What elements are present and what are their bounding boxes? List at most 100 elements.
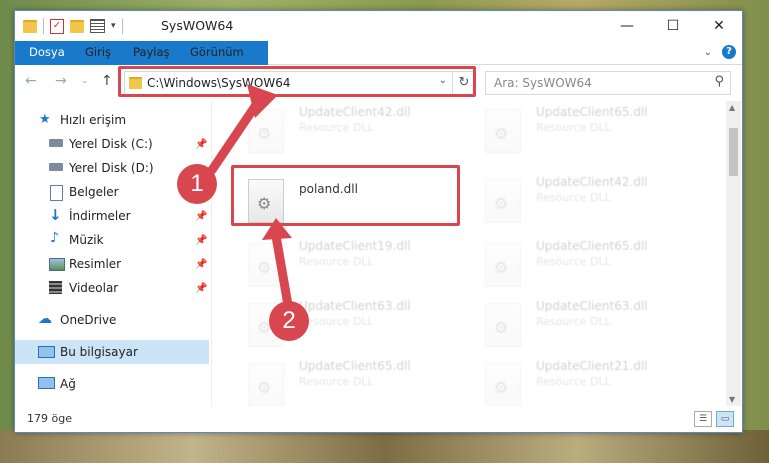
file-item[interactable]: UpdateClient65.dll Resource DLL (475, 101, 700, 153)
drive-icon (49, 139, 63, 147)
dll-file-icon (485, 363, 521, 406)
close-button[interactable]: ✕ (696, 11, 742, 41)
dll-file-icon (248, 109, 284, 153)
sidebar-item-disk-c[interactable]: Yerel Disk (C:) 📌 (15, 132, 209, 156)
file-name: UpdateClient42.dll (299, 105, 411, 119)
sidebar-item-label: Yerel Disk (C:) (69, 137, 153, 151)
file-type: Resource DLL (299, 375, 374, 388)
file-item[interactable]: UpdateClient21.dll Resource DLL (475, 353, 700, 406)
file-name: UpdateClient65.dll (536, 105, 648, 119)
cloud-icon: ☁ (38, 311, 52, 327)
file-name: UpdateClient65.dll (536, 239, 648, 253)
up-arrow-icon[interactable]: ↑ (101, 73, 113, 89)
scroll-thumb[interactable] (729, 128, 738, 176)
sidebar-item-network[interactable]: Ağ (15, 372, 209, 396)
tab-view[interactable]: Görünüm (180, 41, 254, 64)
dll-file-icon (485, 179, 521, 223)
search-placeholder: Ara: SysWOW64 (494, 76, 592, 90)
desktop-background (0, 430, 769, 463)
details-view-icon[interactable]: ☰ (694, 411, 712, 427)
sidebar-item-label: Bu bilgisayar (60, 345, 138, 359)
folder-icon[interactable] (23, 19, 37, 33)
pin-icon: 📌 (195, 282, 208, 294)
sidebar-item-label: OneDrive (60, 313, 117, 327)
sidebar-item-onedrive[interactable]: ☁ OneDrive (15, 308, 209, 332)
sidebar-item-label: Belgeler (69, 185, 119, 199)
file-type: Resource DLL (536, 191, 611, 204)
vertical-scrollbar[interactable]: ▲ ▼ (726, 101, 741, 406)
sidebar-item-music[interactable]: ♪ Müzik 📌 (15, 228, 209, 252)
quick-access-toolbar: ✓ ▾ (23, 18, 123, 34)
scroll-up-icon[interactable]: ▲ (729, 103, 735, 112)
file-item[interactable]: UpdateClient63.dll Resource DLL (475, 293, 700, 347)
file-type: Resource DLL (536, 121, 611, 134)
download-icon: ↓ (49, 206, 62, 224)
file-item[interactable]: UpdateClient65.dll Resource DLL (475, 233, 700, 287)
sidebar-item-label: Resimler (69, 257, 122, 271)
file-item[interactable]: UpdateClient19.dll Resource DLL (238, 233, 463, 287)
maximize-button[interactable]: ☐ (650, 11, 696, 41)
pin-icon: 📌 (195, 234, 208, 246)
pin-icon: 📌 (195, 210, 208, 222)
pictures-icon (49, 258, 65, 271)
window-title: SysWOW64 (161, 18, 234, 33)
dll-file-icon (248, 243, 284, 287)
file-name: UpdateClient42.dll (536, 175, 648, 189)
file-name: UpdateClient21.dll (536, 359, 648, 373)
large-icons-view-icon[interactable]: ▭ (716, 411, 734, 427)
file-highlight (231, 165, 460, 226)
tab-home[interactable]: Giriş (75, 41, 121, 64)
network-icon (38, 377, 55, 389)
sidebar-item-videos[interactable]: Videolar 📌 (15, 276, 209, 300)
computer-icon (38, 346, 55, 358)
file-type: Resource DLL (299, 121, 374, 134)
properties-icon[interactable] (90, 19, 105, 33)
dll-file-icon (485, 109, 521, 153)
back-arrow-icon[interactable]: ← (25, 73, 37, 89)
pane-divider[interactable] (211, 101, 212, 406)
file-name: UpdateClient63.dll (536, 299, 648, 313)
dll-file-icon (485, 303, 521, 347)
file-item[interactable]: UpdateClient42.dll Resource DLL (475, 169, 700, 223)
status-bar: 179 öge ☰ ▭ (15, 407, 742, 432)
file-type: Resource DLL (299, 315, 374, 328)
title-bar: ✓ ▾ SysWOW64 — ☐ ✕ (15, 11, 742, 41)
file-name: UpdateClient19.dll (299, 239, 411, 253)
file-type: Resource DLL (536, 255, 611, 268)
sidebar-item-label: Ağ (60, 377, 76, 391)
ribbon: Dosya Giriş Paylaş Görünüm ⌄ ? (15, 41, 742, 93)
sidebar-item-downloads[interactable]: ↓ İndirmeler 📌 (15, 204, 209, 228)
properties-check-icon[interactable]: ✓ (50, 18, 64, 34)
sidebar-item-label: İndirmeler (69, 209, 131, 223)
address-bar-highlight (118, 66, 476, 97)
pin-icon: 📌 (195, 258, 208, 270)
dll-file-icon (485, 243, 521, 287)
video-icon (49, 281, 62, 294)
file-name: UpdateClient65.dll (299, 359, 411, 373)
new-folder-icon[interactable] (70, 19, 84, 33)
sidebar-item-this-pc[interactable]: Bu bilgisayar (15, 340, 209, 364)
customize-dropdown-icon[interactable]: ▾ (111, 21, 116, 31)
sidebar-item-quick-access[interactable]: ★ Hızlı erişim (15, 108, 209, 132)
file-item[interactable]: UpdateClient42.dll Resource DLL (238, 101, 463, 153)
callout-badge-2: 2 (269, 301, 309, 341)
expand-ribbon-icon[interactable]: ⌄ (704, 47, 712, 58)
star-icon: ★ (39, 112, 51, 127)
search-input[interactable]: Ara: SysWOW64 ⚲ (485, 71, 731, 95)
file-item[interactable]: UpdateClient65.dll Resource DLL (238, 353, 463, 406)
sidebar-item-pictures[interactable]: Resimler 📌 (15, 252, 209, 276)
callout-badge-1: 1 (177, 164, 217, 204)
recent-locations-icon[interactable]: ⌄ (81, 76, 89, 86)
scroll-down-icon[interactable]: ▼ (729, 395, 735, 404)
forward-arrow-icon[interactable]: → (55, 73, 67, 89)
search-icon[interactable]: ⚲ (714, 74, 724, 89)
file-list: UpdateClient42.dll Resource DLL poland.d… (220, 101, 725, 406)
tab-share[interactable]: Paylaş (123, 41, 180, 64)
music-icon: ♪ (50, 230, 59, 246)
minimize-button[interactable]: — (604, 11, 650, 41)
pin-icon: 📌 (195, 138, 208, 150)
sidebar-item-label: Hızlı erişim (60, 113, 127, 127)
sidebar-item-label: Videolar (69, 281, 119, 295)
help-icon[interactable]: ? (722, 45, 736, 59)
toolbar-separator (43, 18, 44, 34)
